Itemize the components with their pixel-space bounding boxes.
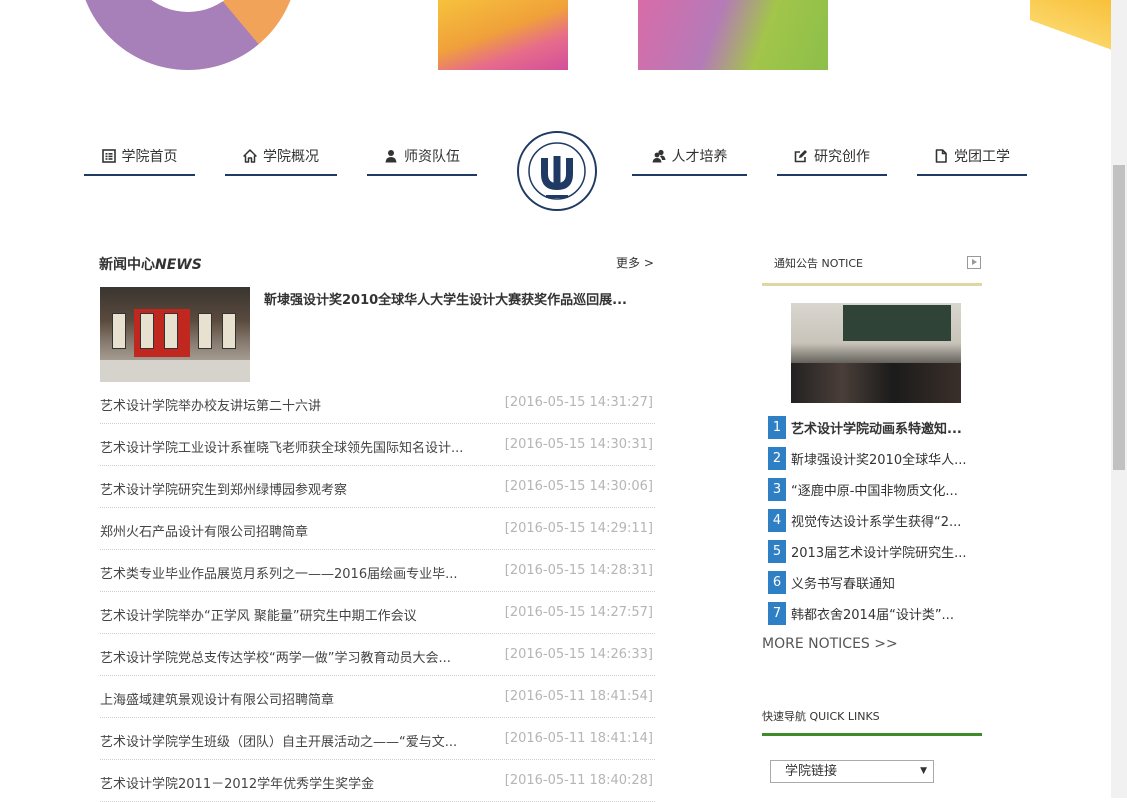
quick-links-select[interactable]: 学院链接 ▼ <box>770 760 934 783</box>
nav-item-talent[interactable]: 人才培养 <box>632 146 747 176</box>
quick-links-selected-value: 学院链接 <box>785 764 838 779</box>
list-icon <box>101 149 116 163</box>
banner-corner-graphic <box>1030 0 1112 70</box>
notice-title[interactable]: 2013届艺术设计学院研究生... <box>791 542 981 561</box>
nav-label: 学院概况 <box>263 149 319 165</box>
nav-label: 人才培养 <box>671 149 728 165</box>
news-heading: 新闻中心NEWS <box>99 254 202 274</box>
notice-title[interactable]: 韩都衣舍2014届“设计类”... <box>791 604 981 623</box>
notice-number: 6 <box>768 571 786 594</box>
notice-title[interactable]: “逐鹿中原-中国非物质文化... <box>791 480 981 499</box>
news-date: [2016-05-11 18:40:28] <box>504 773 653 788</box>
quick-links-divider <box>762 733 982 736</box>
news-feature-image[interactable] <box>100 287 250 382</box>
news-list: 艺术设计学院举办校友讲坛第二十六讲 [2016-05-15 14:31:27] 艺… <box>100 382 655 802</box>
news-title[interactable]: 艺术设计学院举办“正学风 聚能量”研究生中期工作会议 <box>100 605 495 624</box>
news-date: [2016-05-15 14:27:57] <box>504 605 653 620</box>
news-title[interactable]: 郑州火石产品设计有限公司招聘简章 <box>100 521 495 540</box>
banner-tile-graphic <box>438 0 568 70</box>
notice-number: 3 <box>768 478 786 501</box>
news-title[interactable]: 艺术设计学院学生班级（团队）自主开展活动之——“爱与文... <box>100 731 495 750</box>
quick-links-heading: 快速导航 QUICK LINKS <box>762 710 880 723</box>
notice-list: 1 艺术设计学院动画系特邀知... 2 靳埭强设计奖2010全球华人... 3 “逐鹿… <box>768 416 988 633</box>
notice-item[interactable]: 6 义务书写春联通知 <box>768 571 988 602</box>
news-date: [2016-05-11 18:41:14] <box>504 731 653 746</box>
nav-item-home[interactable]: 学院首页 <box>84 146 195 176</box>
news-title[interactable]: 艺术设计学院工业设计系崔晓飞老师获全球领先国际知名设计... <box>100 437 495 456</box>
news-date: [2016-05-15 14:30:06] <box>504 479 653 494</box>
news-heading-en: NEWS <box>155 257 202 273</box>
news-title[interactable]: 艺术设计学院党总支传达学校“两学一做”学习教育动员大会... <box>100 647 495 666</box>
news-row[interactable]: 上海盛域建筑景观设计有限公司招聘简章 [2016-05-11 18:41:54] <box>100 676 655 718</box>
notice-title[interactable]: 视觉传达设计系学生获得“2... <box>791 511 981 530</box>
news-date: [2016-05-15 14:30:31] <box>504 437 653 452</box>
news-title[interactable]: 艺术设计学院举办校友讲坛第二十六讲 <box>100 395 495 414</box>
notice-heading: 通知公告 NOTICE <box>774 257 863 270</box>
notice-item[interactable]: 1 艺术设计学院动画系特邀知... <box>768 416 988 447</box>
notice-item[interactable]: 7 韩都衣舍2014届“设计类”... <box>768 602 988 633</box>
notice-item[interactable]: 4 视觉传达设计系学生获得“2... <box>768 509 988 540</box>
notice-number: 5 <box>768 540 786 563</box>
news-row[interactable]: 艺术设计学院工业设计系崔晓飞老师获全球领先国际知名设计... [2016-05-1… <box>100 424 655 466</box>
news-date: [2016-05-15 14:26:33] <box>504 647 653 662</box>
news-row[interactable]: 艺术设计学院学生班级（团队）自主开展活动之——“爱与文... [2016-05-1… <box>100 718 655 760</box>
more-notices-link[interactable]: MORE NOTICES >> <box>762 636 898 652</box>
notice-title[interactable]: 义务书写春联通知 <box>791 573 981 592</box>
news-date: [2016-05-15 14:31:27] <box>504 395 653 410</box>
banner-tile-graphic <box>638 0 828 70</box>
nav-item-party[interactable]: 党团工学 <box>917 146 1027 176</box>
news-date: [2016-05-11 18:41:54] <box>504 689 653 704</box>
news-date: [2016-05-15 14:28:31] <box>504 563 653 578</box>
play-icon[interactable] <box>967 256 981 269</box>
news-title[interactable]: 上海盛域建筑景观设计有限公司招聘简章 <box>100 689 495 708</box>
notice-image[interactable] <box>791 303 961 403</box>
notice-number: 2 <box>768 447 786 470</box>
news-heading-cn: 新闻中心 <box>99 257 155 273</box>
news-title[interactable]: 艺术设计学院2011－2012学年优秀学生奖学金 <box>100 773 495 792</box>
nav-item-faculty[interactable]: 师资队伍 <box>367 146 477 176</box>
nav-label: 师资队伍 <box>404 149 460 165</box>
notice-item[interactable]: 2 靳埭强设计奖2010全球华人... <box>768 447 988 478</box>
nav-item-research[interactable]: 研究创作 <box>777 146 887 176</box>
notice-number: 7 <box>768 602 786 625</box>
chevron-down-icon: ▼ <box>920 766 927 776</box>
news-row[interactable]: 艺术设计学院举办校友讲坛第二十六讲 [2016-05-15 14:31:27] <box>100 382 655 424</box>
news-row[interactable]: 艺术设计学院举办“正学风 聚能量”研究生中期工作会议 [2016-05-15 14… <box>100 592 655 634</box>
notice-title[interactable]: 靳埭强设计奖2010全球华人... <box>791 449 981 468</box>
news-row[interactable]: 艺术类专业毕业作品展览月系列之一——2016届绘画专业毕... [2016-05-… <box>100 550 655 592</box>
news-more-link[interactable]: 更多 > <box>616 254 654 271</box>
notice-divider <box>762 283 982 286</box>
news-row[interactable]: 艺术设计学院研究生到郑州绿博园参观考察 [2016-05-15 14:30:06] <box>100 466 655 508</box>
users-icon <box>652 149 666 163</box>
edit-icon <box>794 149 808 163</box>
nav-label: 党团工学 <box>954 149 1010 165</box>
notice-item[interactable]: 5 2013届艺术设计学院研究生... <box>768 540 988 571</box>
news-date: [2016-05-15 14:29:11] <box>504 521 653 536</box>
news-feature-title[interactable]: 靳埭强设计奖2010全球华人大学生设计大赛获奖作品巡回展... <box>264 289 656 308</box>
news-row[interactable]: 艺术设计学院2011－2012学年优秀学生奖学金 [2016-05-11 18:4… <box>100 760 655 802</box>
user-icon <box>384 149 398 163</box>
nav-label: 学院首页 <box>121 149 178 165</box>
news-title[interactable]: 艺术设计学院研究生到郑州绿博园参观考察 <box>100 479 495 498</box>
notice-title[interactable]: 艺术设计学院动画系特邀知... <box>791 418 981 437</box>
notice-number: 1 <box>768 416 786 439</box>
news-row[interactable]: 艺术设计学院党总支传达学校“两学一做”学习教育动员大会... [2016-05-1… <box>100 634 655 676</box>
banner-ring-graphic <box>78 0 298 70</box>
file-icon <box>934 149 948 163</box>
nav-label: 研究创作 <box>814 149 870 165</box>
scrollbar-thumb[interactable] <box>1113 165 1125 470</box>
news-title[interactable]: 艺术类专业毕业作品展览月系列之一——2016届绘画专业毕... <box>100 563 495 582</box>
home-icon <box>243 149 257 163</box>
notice-item[interactable]: 3 “逐鹿中原-中国非物质文化... <box>768 478 988 509</box>
news-row[interactable]: 郑州火石产品设计有限公司招聘简章 [2016-05-15 14:29:11] <box>100 508 655 550</box>
notice-number: 4 <box>768 509 786 532</box>
school-logo <box>517 131 597 211</box>
nav-item-overview[interactable]: 学院概况 <box>225 146 337 176</box>
